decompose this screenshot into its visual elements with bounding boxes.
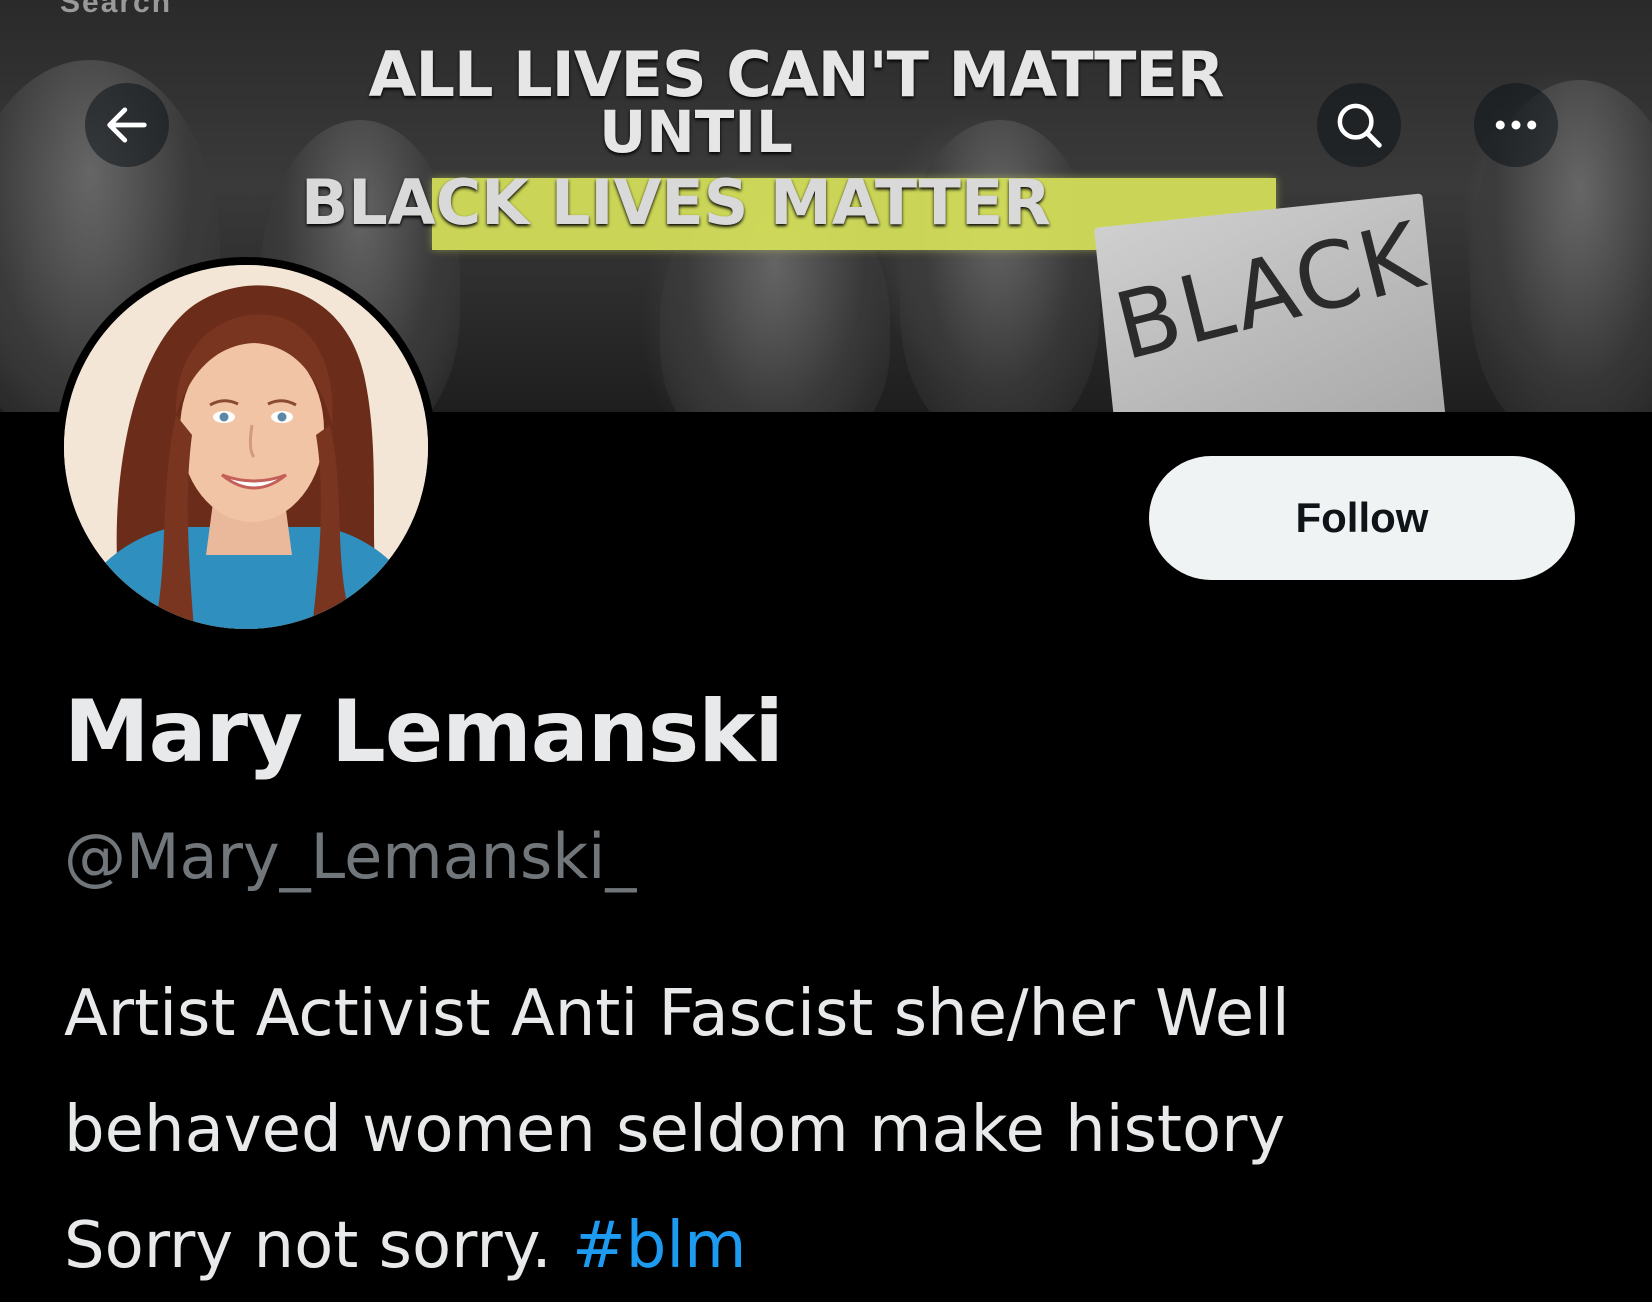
more-button[interactable] — [1474, 83, 1558, 167]
bio-line: behaved women seldom make history — [64, 1093, 1286, 1167]
banner-text-line: UNTIL — [599, 98, 793, 166]
profile-display-name: Mary Lemanski — [64, 682, 784, 782]
search-icon — [1337, 103, 1382, 148]
protest-sign-text: BLACK — [1105, 201, 1435, 382]
profile-screen: Search ALL LIVES CAN'T MATTER UNTIL BLAC… — [0, 0, 1652, 1302]
avatar[interactable] — [56, 257, 436, 637]
back-button[interactable] — [85, 83, 169, 167]
arrow-left-icon — [107, 107, 147, 143]
search-button[interactable] — [1317, 83, 1401, 167]
profile-handle: @Mary_Lemanski_ — [64, 820, 637, 893]
avatar-portrait — [64, 265, 428, 629]
more-horizontal-icon — [1495, 120, 1537, 130]
bio-line-last: Sorry not sorry. #blm — [64, 1188, 1604, 1302]
bio-line: Artist Activist Anti Fascist she/her Wel… — [64, 977, 1290, 1051]
profile-bio: Artist Activist Anti Fascist she/her Wel… — [64, 956, 1604, 1302]
hashtag-link[interactable]: #blm — [572, 1209, 746, 1283]
bio-line-text: Sorry not sorry. — [64, 1209, 552, 1283]
protest-sign: BLACK — [1093, 193, 1447, 412]
avatar-photo — [64, 265, 428, 629]
search-hint-text: Search — [60, 0, 173, 19]
follow-button[interactable]: Follow — [1149, 456, 1575, 580]
